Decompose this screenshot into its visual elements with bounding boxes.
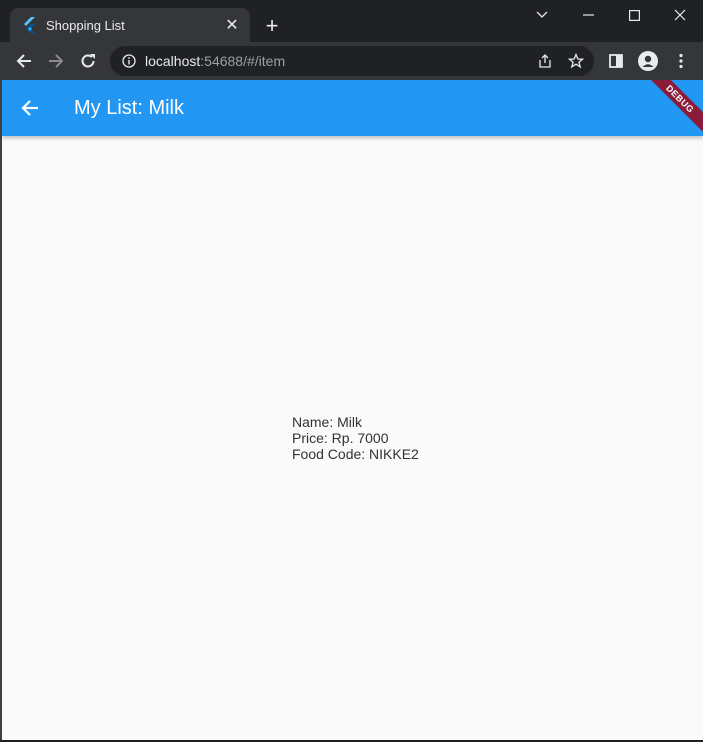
address-bar[interactable]: localhost:54688/#/item (110, 46, 594, 76)
browser-tab[interactable]: Shopping List ✕ (10, 8, 250, 42)
kebab-menu-icon[interactable] (671, 51, 691, 71)
item-details: Name: Milk Price: Rp. 7000 Food Code: NI… (292, 414, 419, 462)
share-icon[interactable] (535, 51, 555, 71)
url-path: :54688/#/item (200, 53, 286, 69)
app-page: My List: Milk DEBUG Name: Milk Price: Rp… (2, 80, 703, 740)
url-host: localhost (145, 53, 201, 69)
plus-icon[interactable]: + (260, 13, 284, 38)
tab-title: Shopping List (46, 17, 125, 33)
tab-strip: Shopping List ✕ + (0, 0, 703, 42)
back-arrow-icon[interactable] (18, 96, 42, 120)
url-text[interactable]: localhost:54688/#/item (145, 53, 285, 69)
app-bar: My List: Milk (2, 80, 703, 136)
profile-avatar-icon[interactable] (638, 51, 658, 71)
page-title: My List: Milk (74, 97, 184, 119)
item-price: Price: Rp. 7000 (292, 430, 389, 446)
flutter-icon (22, 17, 38, 33)
minimize-icon[interactable] (565, 0, 611, 30)
browser-window: Shopping List ✕ + localhost:54688/#/item… (0, 0, 703, 742)
side-panel-icon[interactable] (606, 51, 626, 71)
item-name: Name: Milk (292, 414, 363, 430)
close-icon[interactable] (657, 0, 703, 30)
forward-arrow-icon[interactable] (42, 47, 70, 75)
close-tab-icon[interactable]: ✕ (222, 15, 242, 35)
back-arrow-icon[interactable] (10, 47, 38, 75)
browser-toolbar: localhost:54688/#/item (0, 42, 703, 80)
info-icon[interactable] (119, 51, 139, 71)
reload-icon[interactable] (74, 47, 102, 75)
maximize-icon[interactable] (611, 0, 657, 30)
tab-search-icon[interactable] (519, 0, 565, 30)
item-food-code: Food Code: NIKKE2 (292, 446, 419, 462)
bookmark-star-icon[interactable] (566, 51, 586, 71)
